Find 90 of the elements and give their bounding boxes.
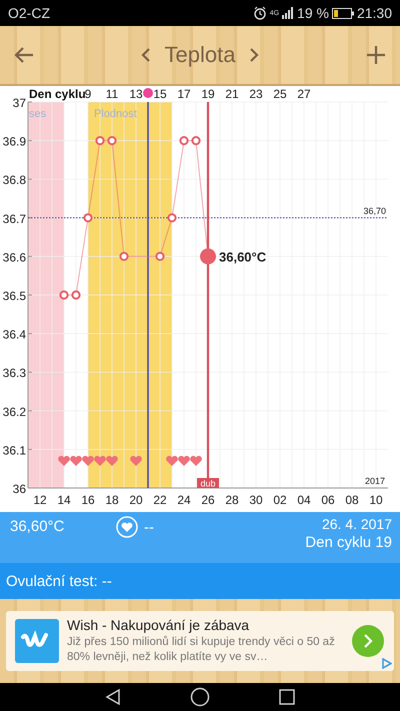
temperature-value: 36,60°C xyxy=(10,517,66,535)
cycle-day-label: 25 xyxy=(273,87,287,101)
date-tick-label: 16 xyxy=(81,493,95,507)
date-tick-label: 30 xyxy=(249,493,263,507)
date-tick-label: 06 xyxy=(321,493,335,507)
clock-text: 21:30 xyxy=(356,5,392,21)
ad-title: Wish - Nakupování je zábava xyxy=(67,617,250,634)
date-tick-label: 02 xyxy=(273,493,287,507)
month-label: dub xyxy=(200,478,216,488)
back-arrow-icon xyxy=(14,46,34,64)
date-tick-label: 14 xyxy=(57,493,71,507)
date-tick-label: 20 xyxy=(129,493,143,507)
y-tick-label: 36.5 xyxy=(2,289,26,303)
app-logo-icon xyxy=(15,619,59,663)
alarm-icon xyxy=(252,6,267,20)
cycle-day-label: 11 xyxy=(106,87,118,101)
page-title: Teplota xyxy=(164,42,236,68)
carrier-text: O2-CZ xyxy=(8,5,50,21)
cycle-day-label: 19 xyxy=(201,87,215,101)
y-tick-label: 36.2 xyxy=(2,404,26,419)
ad-open-button[interactable] xyxy=(352,625,384,657)
home-icon[interactable] xyxy=(190,687,210,707)
temperature-point xyxy=(179,136,189,146)
y-tick-label: 37 xyxy=(12,96,26,110)
cycle-day-text: Den cyklu 19 xyxy=(305,534,392,551)
y-tick-label: 36.7 xyxy=(2,212,26,226)
temperature-point xyxy=(95,136,105,146)
y-tick-label: 36.1 xyxy=(2,443,26,458)
date-text: 26. 4. 2017 xyxy=(322,516,392,532)
intercourse-value: -- xyxy=(144,518,154,536)
y-tick-label: 36.8 xyxy=(2,173,26,188)
heart-icon xyxy=(166,456,178,466)
cycle-day-label: 13 xyxy=(129,87,143,101)
chevron-left-icon xyxy=(140,48,151,62)
heart-icon xyxy=(70,456,82,466)
signal-icon xyxy=(282,7,294,19)
cycle-day-label: 9 xyxy=(84,87,92,101)
temperature-point xyxy=(191,136,201,146)
heart-icon xyxy=(58,456,70,466)
ad-choices-icon[interactable] xyxy=(382,658,392,669)
date-tick-label: 12 xyxy=(33,493,47,507)
ovulation-test-text: Ovulační test: -- xyxy=(6,572,112,590)
date-tick-label: 28 xyxy=(225,493,239,507)
back-icon[interactable] xyxy=(104,688,122,706)
selected-value-label: 36,60°C xyxy=(219,249,266,264)
date-tick-label: 10 xyxy=(369,493,383,507)
temperature-point xyxy=(83,213,93,222)
battery-text: 19 % xyxy=(297,5,329,21)
heart-circle-icon xyxy=(116,516,138,538)
date-tick-label: 18 xyxy=(105,493,119,507)
battery-icon xyxy=(332,8,354,18)
y-tick-label: 36.4 xyxy=(2,328,26,342)
temperature-point xyxy=(107,136,117,146)
date-tick-label: 08 xyxy=(345,493,359,507)
date-tick-label: 04 xyxy=(297,493,311,507)
cycle-axis-title: Den cyklu xyxy=(29,87,86,101)
heart-icon xyxy=(82,456,94,466)
cycle-day-label: 15 xyxy=(153,87,167,101)
heart-icon xyxy=(94,456,106,466)
y-tick-label: 36.9 xyxy=(2,134,26,149)
cycle-day-label: 17 xyxy=(177,87,191,101)
selected-point xyxy=(200,248,216,264)
y-tick-label: 36.3 xyxy=(2,366,26,380)
ad-text: Již přes 150 milionů lidí si kupuje trendy věci o 50 až 80% levněji, než kolik platíte vy ve sv… xyxy=(67,635,336,665)
chevron-right-icon xyxy=(363,634,373,648)
y-tick-label: 36 xyxy=(12,482,26,496)
date-tick-label: 24 xyxy=(177,493,191,507)
cycle-day-label: 27 xyxy=(297,87,311,101)
temperature-point xyxy=(155,252,165,261)
temperature-point xyxy=(71,290,81,300)
date-tick-label: 26 xyxy=(201,493,215,507)
ad-banner[interactable]: Wish - Nakupování je zábava Již přes 150 milionů lidí si kupuje trendy věci o 50 až 80% levněji, než kolik platíte vy ve sv… xyxy=(6,611,394,671)
cycle-day-label: 21 xyxy=(225,87,239,101)
heart-icon xyxy=(190,456,202,466)
temperature-point xyxy=(59,290,69,300)
phase-label: ses xyxy=(29,108,46,120)
temperature-point xyxy=(167,213,177,222)
plus-icon xyxy=(366,45,386,65)
temperature-point xyxy=(119,252,129,261)
heart-icon xyxy=(130,456,142,466)
ovulation-marker xyxy=(143,88,153,98)
cycle-day-label: 23 xyxy=(249,87,263,101)
heart-icon xyxy=(106,456,118,466)
y-tick-label: 36.6 xyxy=(2,250,26,264)
date-tick-label: 22 xyxy=(153,493,167,507)
chevron-right-icon xyxy=(249,48,260,62)
heart-icon xyxy=(178,456,190,466)
year-label: 2017 xyxy=(364,476,385,486)
coverline-label: 36,70 xyxy=(363,206,386,216)
recents-icon[interactable] xyxy=(278,688,296,706)
